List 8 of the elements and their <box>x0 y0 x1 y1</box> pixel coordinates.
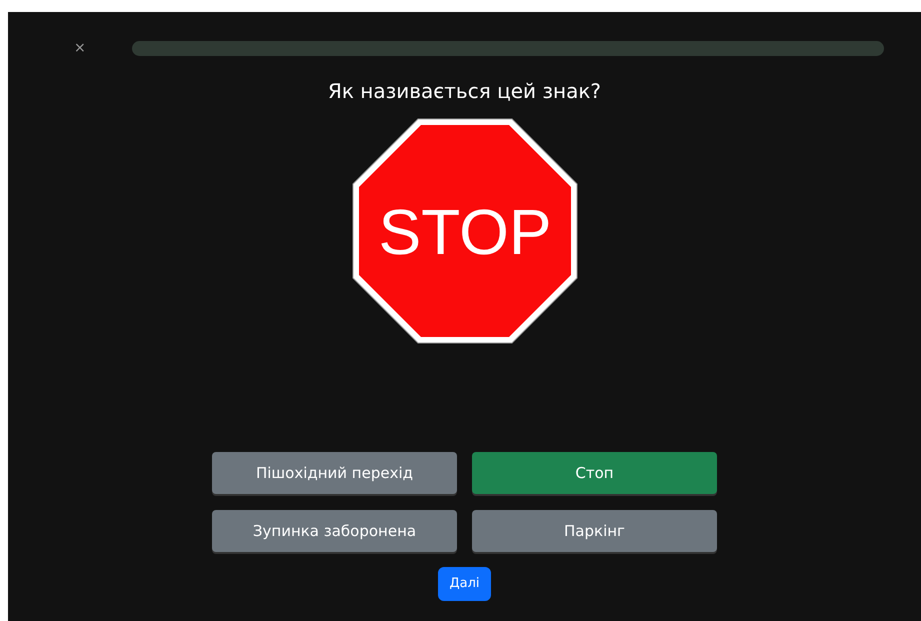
answer-button[interactable]: Паркінг <box>472 510 717 552</box>
answer-button[interactable]: Пішохідний перехід <box>212 452 457 494</box>
answer-button[interactable]: Зупинка заборонена <box>212 510 457 552</box>
close-button[interactable]: × <box>74 41 86 55</box>
answer-button[interactable]: Стоп <box>472 452 717 494</box>
question-text: Як називається цей знак? <box>326 78 602 105</box>
stop-sign-drawing: STOP <box>352 118 578 344</box>
next-button[interactable]: Далі <box>438 567 491 600</box>
